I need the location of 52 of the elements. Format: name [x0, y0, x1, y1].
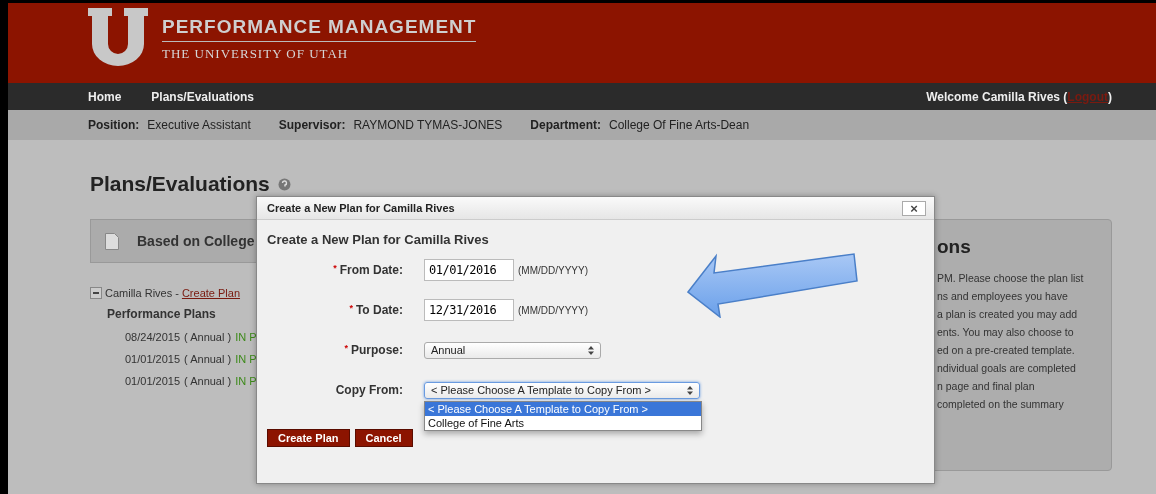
format-hint: (MM/DD/YYYY): [518, 304, 588, 316]
date-field[interactable]: 01/01/2016: [424, 259, 514, 281]
panel-text: ed on a pre-created template.: [937, 344, 1076, 357]
plan-type: ( Annual ): [184, 353, 232, 365]
template-label: Based on College: [137, 233, 255, 249]
welcome-text: Welcome Camilla Rives (: [926, 89, 1068, 104]
field-label: * From Date:: [332, 263, 403, 277]
panel-text: completed on the summary: [937, 398, 1065, 411]
panel-text: a plan is created you may add: [937, 308, 1079, 321]
field-label: * To Date:: [348, 303, 403, 317]
plan-date: 01/01/2015: [125, 375, 181, 387]
app-title: PERFORMANCE MANAGEMENT: [162, 16, 477, 42]
select-dropdown[interactable]: Annual: [424, 341, 601, 359]
separator-text: -: [175, 287, 179, 299]
plan-date: 01/01/2015: [125, 353, 181, 365]
info-value: RAYMOND TYMAS-JONES: [353, 118, 503, 132]
panel-title: ons: [937, 236, 972, 258]
dialog-heading: Create a New Plan for Camilla Rives: [267, 232, 490, 247]
plan-type: ( Annual ): [184, 331, 232, 343]
info-label: Supervisor:: [278, 118, 346, 132]
close-button[interactable]: ×: [902, 200, 926, 216]
panel-text: n page and final plan: [937, 380, 1036, 393]
plan-status: IN P: [235, 331, 257, 343]
info-label: Position:: [88, 118, 140, 132]
page-title: Plans/Evaluations: [90, 172, 270, 196]
panel-text: ndividual goals are completed: [937, 362, 1077, 375]
dialog-title: Create a New Plan for Camilla Rives: [267, 202, 455, 214]
dropdown-option[interactable]: < Please Choose A Template to Copy From >: [425, 401, 701, 416]
plan-status: IN P: [235, 353, 257, 365]
field-label: * Purpose:: [343, 343, 403, 357]
group-heading: Performance Plans: [107, 307, 217, 321]
create-plan-link[interactable]: Create Plan: [181, 287, 240, 299]
app-subtitle: THE UNIVERSITY OF UTAH: [162, 46, 350, 62]
plan-type: ( Annual ): [184, 375, 232, 387]
cancel-button[interactable]: Cancel: [354, 429, 413, 447]
date-field[interactable]: 12/31/2016: [424, 299, 514, 321]
nav-link[interactable]: Home: [88, 89, 122, 104]
panel-text: PM. Please choose the plan list: [937, 272, 1085, 285]
select-dropdown[interactable]: < Please Choose A Template to Copy From >: [424, 381, 700, 399]
panel-text: ns and employees you have: [937, 290, 1069, 303]
format-hint: (MM/DD/YYYY): [518, 264, 588, 276]
info-value: Executive Assistant: [147, 118, 251, 132]
plan-status: IN P: [235, 375, 257, 387]
nav-link[interactable]: Plans/Evaluations: [151, 89, 255, 104]
panel-text: ents. You may also choose to: [937, 326, 1075, 339]
plan-date: 08/24/2015: [125, 331, 181, 343]
field-label: Copy From:: [334, 383, 403, 397]
create-button[interactable]: Create Plan: [267, 429, 350, 447]
employee-name: Camilla Rives: [105, 287, 173, 299]
info-label: Department:: [530, 118, 601, 132]
welcome-text: ): [1108, 89, 1112, 104]
info-value: College Of Fine Arts-Dean: [609, 118, 750, 132]
